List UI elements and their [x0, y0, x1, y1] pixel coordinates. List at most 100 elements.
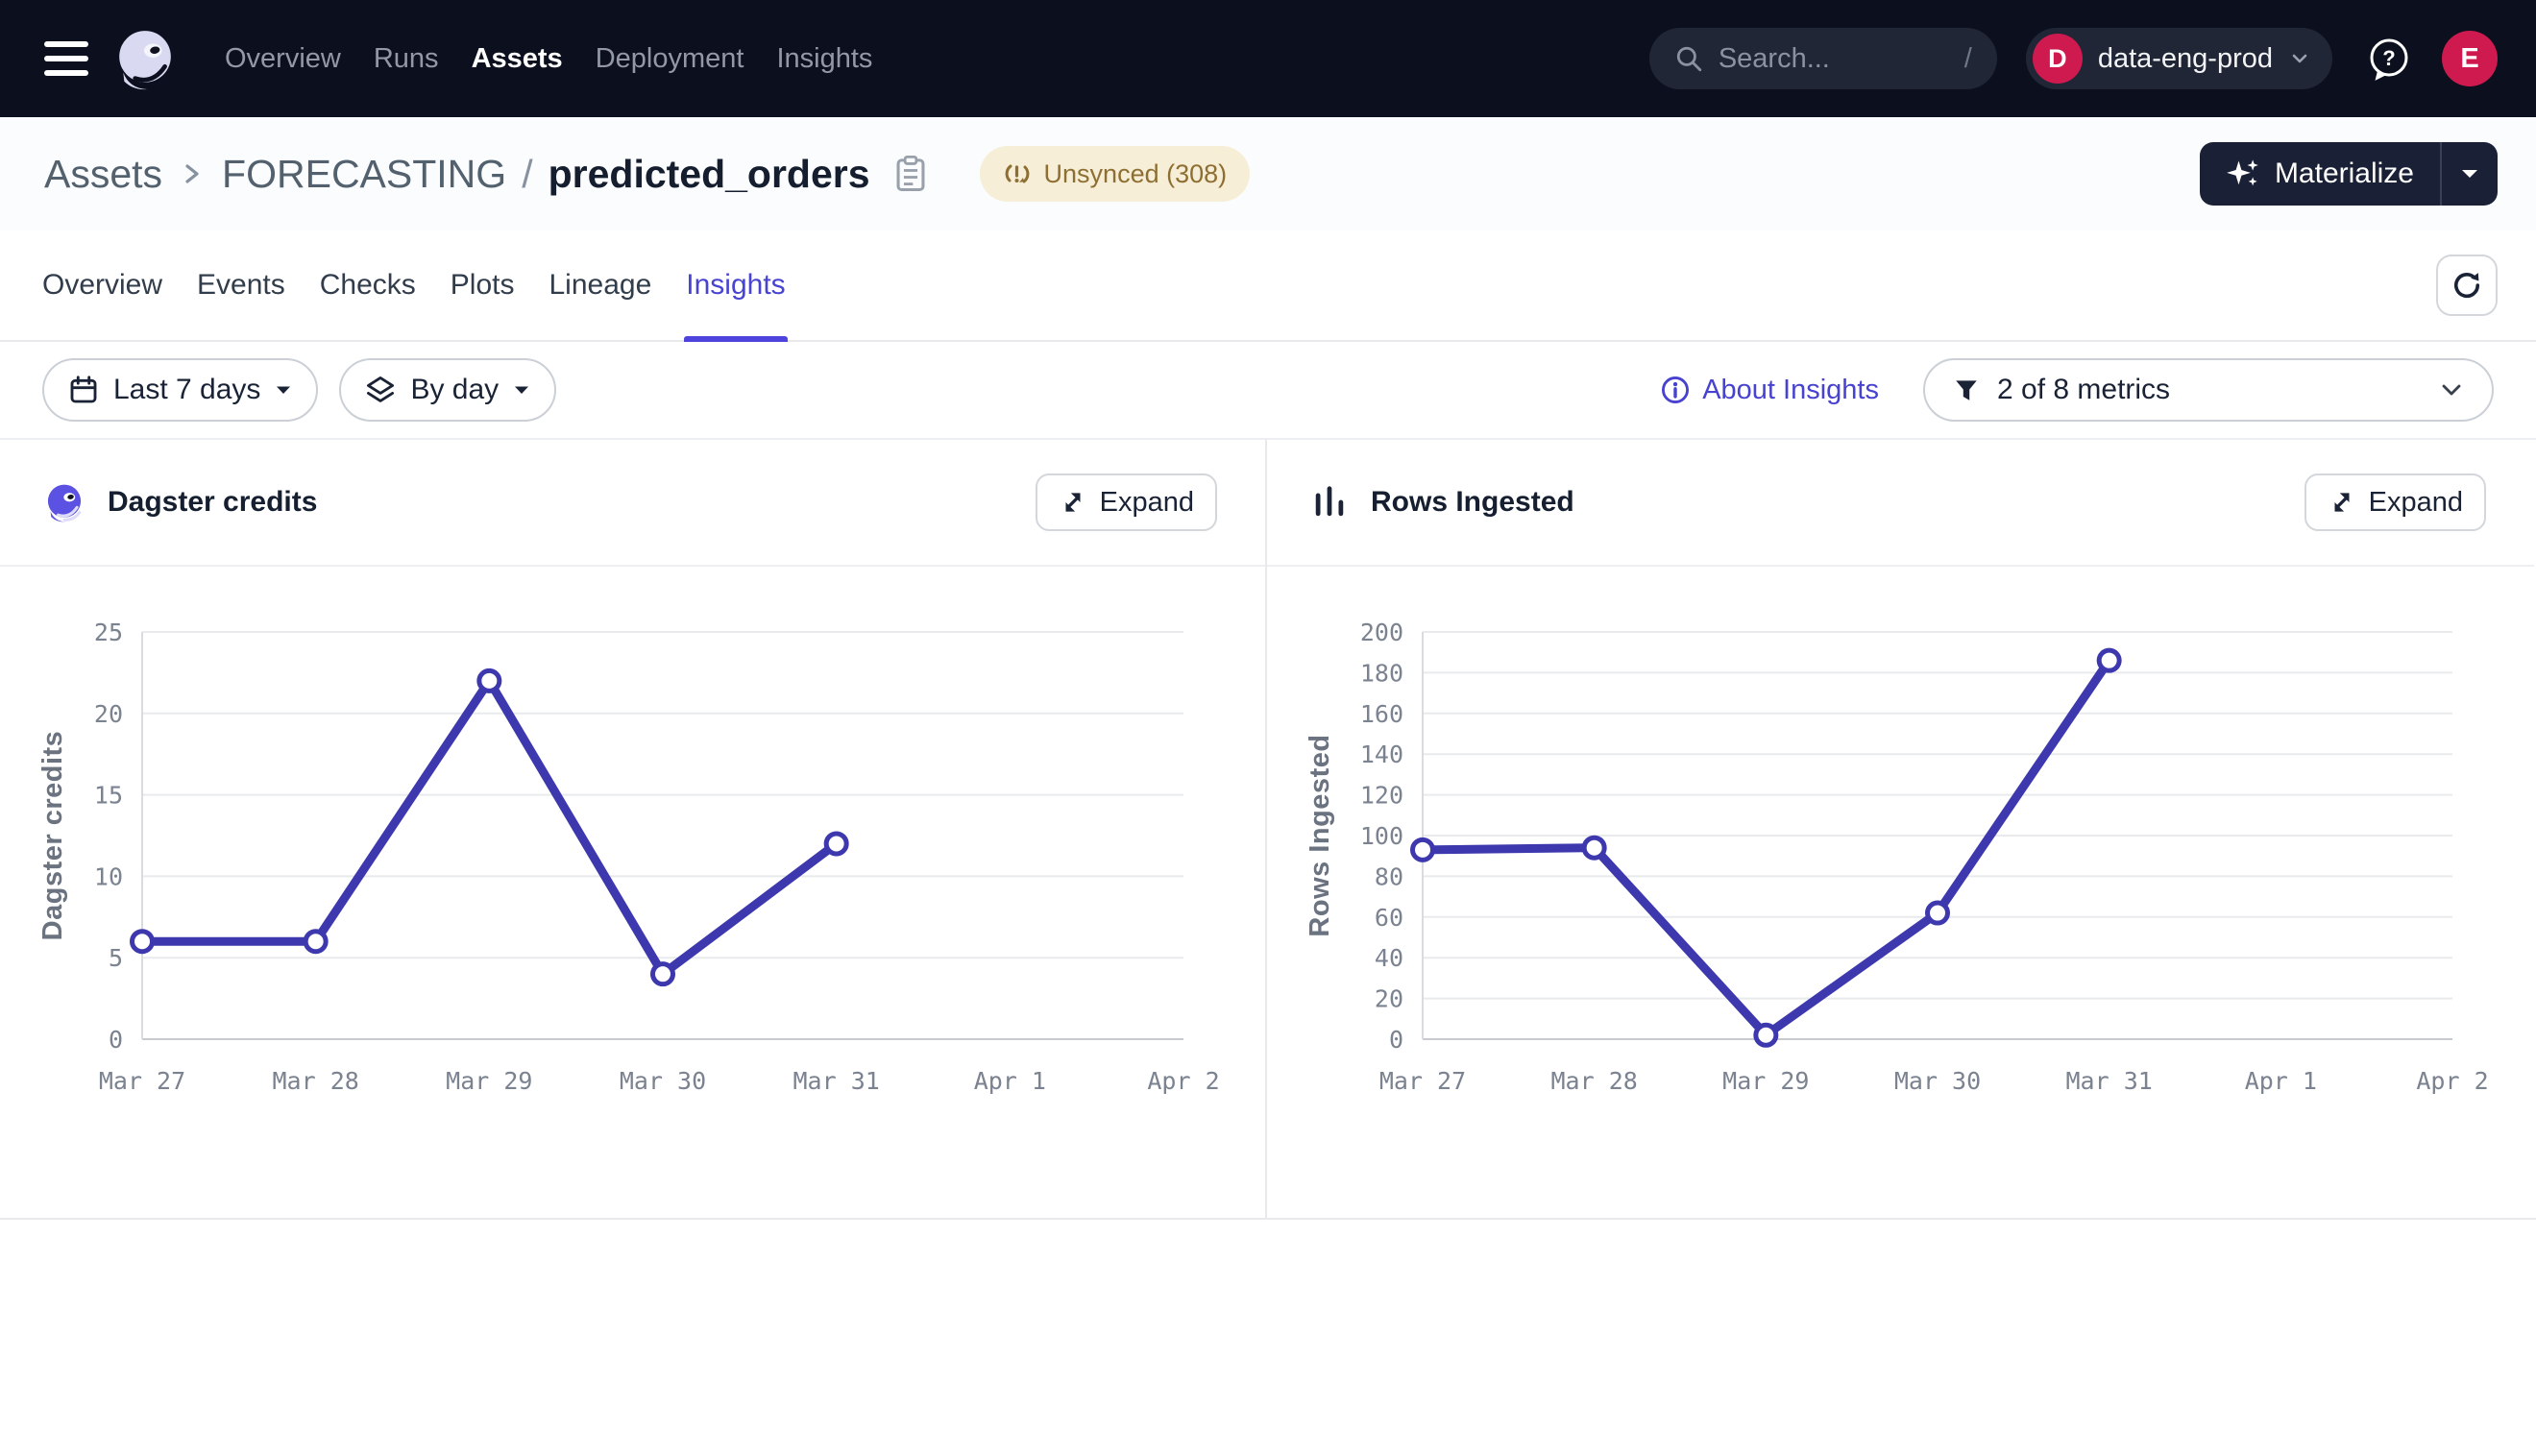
breadcrumb-group[interactable]: FORECASTING [222, 152, 506, 197]
clipboard-icon [893, 155, 928, 193]
tab-lineage[interactable]: Lineage [549, 231, 652, 340]
sparkles-icon [2226, 157, 2260, 191]
deployment-initial-badge: D [2033, 34, 2083, 84]
search-box[interactable]: / [1649, 28, 1997, 89]
metrics-filter-select[interactable]: 2 of 8 metrics [1923, 358, 2494, 422]
dagster-credits-panel: Dagster credits Expand 0510152025Mar 27M… [0, 440, 1267, 1218]
breadcrumb-chevron-icon [180, 155, 205, 193]
materialize-button[interactable]: Materialize [2200, 142, 2440, 206]
asset-header: Assets FORECASTING / predicted_orders Un… [0, 117, 2536, 231]
metrics-filter-label: 2 of 8 metrics [1997, 374, 2170, 406]
materialize-split-button: Materialize [2200, 142, 2498, 206]
tab-checks[interactable]: Checks [320, 231, 416, 340]
expand-label: Expand [1100, 487, 1194, 519]
svg-text:40: 40 [1375, 944, 1403, 972]
search-input[interactable] [1719, 43, 1949, 75]
user-avatar[interactable]: E [2442, 31, 2498, 86]
dagster-logo-icon[interactable] [113, 27, 177, 90]
svg-text:Mar 28: Mar 28 [1551, 1067, 1638, 1095]
svg-text:?: ? [2382, 46, 2395, 70]
info-icon [1660, 375, 1691, 405]
expand-label: Expand [2369, 487, 2463, 519]
svg-text:Mar 28: Mar 28 [273, 1067, 359, 1095]
about-insights-label: About Insights [1702, 375, 1879, 406]
svg-text:Mar 30: Mar 30 [1894, 1067, 1981, 1095]
rows-ingested-chart: 020406080100120140160180200Mar 27Mar 28M… [1267, 567, 2534, 1218]
dagster-credits-chart: 0510152025Mar 27Mar 28Mar 29Mar 30Mar 31… [0, 567, 1265, 1218]
time-range-label: Last 7 days [113, 374, 260, 406]
refresh-button[interactable] [2436, 255, 2498, 316]
granularity-label: By day [410, 374, 499, 406]
svg-text:Apr 2: Apr 2 [2416, 1067, 2488, 1095]
nav-item-overview[interactable]: Overview [225, 43, 341, 75]
tab-overview[interactable]: Overview [42, 231, 162, 340]
help-button[interactable]: ? [2365, 35, 2413, 83]
hamburger-menu-icon[interactable] [44, 41, 88, 76]
breadcrumb-assets[interactable]: Assets [44, 152, 162, 197]
granularity-filter[interactable]: By day [339, 358, 556, 422]
expand-button[interactable]: Expand [2304, 473, 2486, 531]
tab-plots[interactable]: Plots [451, 231, 515, 340]
asset-tabs: Overview Events Checks Plots Lineage Ins… [0, 231, 2536, 342]
materialize-dropdown-button[interactable] [2442, 142, 2498, 206]
filter-funnel-icon [1952, 376, 1981, 404]
nav-item-runs[interactable]: Runs [374, 43, 439, 75]
chart-title: Dagster credits [108, 486, 317, 519]
sync-status-badge[interactable]: Unsynced (308) [980, 146, 1251, 202]
caret-down-icon [513, 384, 530, 396]
svg-text:140: 140 [1360, 740, 1403, 768]
svg-text:100: 100 [1360, 822, 1403, 850]
rows-ingested-header: Rows Ingested Expand [1267, 440, 2534, 567]
svg-text:Mar 31: Mar 31 [2066, 1067, 2153, 1095]
nav-item-assets[interactable]: Assets [472, 43, 563, 75]
deployment-switcher[interactable]: D data-eng-prod [2026, 28, 2332, 89]
nav-links: Overview Runs Assets Deployment Insights [225, 43, 872, 75]
dagster-credits-icon [44, 482, 85, 522]
asset-name: predicted_orders [549, 152, 870, 197]
caret-down-icon [275, 384, 292, 396]
help-icon: ? [2365, 35, 2413, 83]
expand-icon [2328, 488, 2356, 517]
svg-text:15: 15 [94, 782, 123, 810]
refresh-icon [2450, 268, 2484, 303]
svg-text:Mar 30: Mar 30 [620, 1067, 706, 1095]
nav-item-insights[interactable]: Insights [776, 43, 872, 75]
svg-text:160: 160 [1360, 700, 1403, 728]
svg-text:20: 20 [94, 700, 123, 728]
svg-text:Dagster credits: Dagster credits [37, 731, 68, 941]
svg-text:120: 120 [1360, 782, 1403, 810]
svg-text:Mar 29: Mar 29 [446, 1067, 532, 1095]
deployment-name: data-eng-prod [2098, 43, 2273, 75]
search-shortcut-hint: / [1964, 43, 1972, 75]
caret-down-icon [2460, 167, 2479, 181]
svg-text:Mar 29: Mar 29 [1722, 1067, 1809, 1095]
chevron-down-icon [2438, 376, 2465, 403]
dagster-credits-header: Dagster credits Expand [0, 440, 1265, 567]
nav-item-deployment[interactable]: Deployment [596, 43, 744, 75]
svg-text:80: 80 [1375, 862, 1403, 890]
chart-title: Rows Ingested [1371, 486, 1574, 519]
svg-text:20: 20 [1375, 985, 1403, 1013]
unsynced-icon [1003, 159, 1032, 188]
search-icon [1674, 44, 1703, 73]
svg-text:10: 10 [94, 862, 123, 890]
expand-button[interactable]: Expand [1036, 473, 1217, 531]
tab-insights[interactable]: Insights [686, 231, 785, 340]
svg-text:Mar 27: Mar 27 [99, 1067, 185, 1095]
time-range-filter[interactable]: Last 7 days [42, 358, 318, 422]
materialize-label: Materialize [2275, 158, 2414, 190]
svg-text:Apr 2: Apr 2 [1147, 1067, 1219, 1095]
calendar-icon [68, 375, 99, 405]
chevron-down-icon [2288, 47, 2311, 70]
svg-text:Apr 1: Apr 1 [974, 1067, 1046, 1095]
top-nav: Overview Runs Assets Deployment Insights… [0, 0, 2536, 117]
svg-text:200: 200 [1360, 619, 1403, 646]
layers-icon [365, 375, 396, 405]
tab-events[interactable]: Events [197, 231, 285, 340]
sync-status-label: Unsynced (308) [1044, 159, 1228, 189]
about-insights-link[interactable]: About Insights [1660, 375, 1879, 406]
bar-chart-icon [1311, 484, 1348, 521]
insights-filters: Last 7 days By day About Insights 2 of 8… [0, 342, 2536, 440]
copy-description-button[interactable] [893, 155, 928, 193]
rows-ingested-panel: Rows Ingested Expand 0204060801001201401… [1267, 440, 2534, 1218]
